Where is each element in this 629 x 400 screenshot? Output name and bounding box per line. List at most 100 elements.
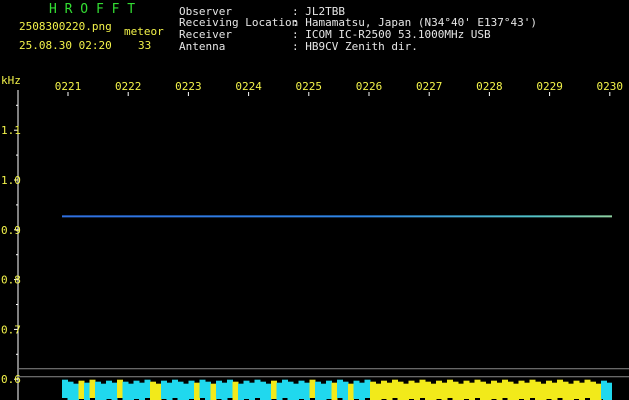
- noise-segment: [562, 381, 569, 400]
- noise-segment: [370, 381, 376, 400]
- noise-segment: [353, 380, 360, 399]
- noise-segment: [221, 382, 228, 400]
- x-tick-label: 0228: [476, 80, 503, 93]
- noise-segment: [408, 380, 415, 399]
- noise-segment: [331, 382, 338, 400]
- noise-segment: [183, 383, 189, 400]
- noise-segment: [430, 383, 437, 400]
- noise-segment: [485, 383, 492, 400]
- noise-segment: [397, 381, 404, 400]
- noise-segment: [106, 380, 112, 399]
- x-tick-label: 0229: [536, 80, 563, 93]
- noise-segment: [474, 379, 481, 398]
- noise-segment: [584, 379, 591, 398]
- noise-segment: [67, 381, 74, 400]
- noise-segment: [309, 379, 316, 398]
- noise-segment: [458, 383, 464, 400]
- noise-segment: [194, 382, 200, 400]
- noise-segment: [469, 382, 475, 400]
- noise-segment: [249, 382, 255, 400]
- noise-segment: [315, 381, 321, 400]
- noise-segment: [282, 379, 288, 398]
- y-tick-label: 0.7: [1, 323, 21, 336]
- noise-segment: [595, 383, 602, 400]
- noise-band-gap: [612, 381, 629, 400]
- x-tick-label: 0221: [55, 80, 82, 93]
- noise-segment: [326, 380, 332, 399]
- noise-segment: [238, 383, 244, 400]
- noise-segment: [287, 381, 294, 400]
- carrier-trace: [62, 215, 612, 218]
- noise-segment: [441, 382, 448, 400]
- noise-segment: [166, 382, 173, 400]
- noise-segment: [364, 379, 371, 398]
- noise-segment: [128, 383, 134, 400]
- noise-segment: [150, 381, 156, 400]
- noise-segment: [62, 379, 68, 398]
- noise-segment: [337, 379, 343, 398]
- noise-segment: [254, 379, 261, 398]
- noise-segment: [502, 379, 508, 398]
- noise-segment: [348, 383, 354, 400]
- noise-segment: [139, 382, 145, 400]
- noise-segment: [304, 382, 310, 400]
- noise-segment: [529, 379, 536, 398]
- noise-segment: [172, 379, 178, 398]
- noise-segment: [177, 381, 184, 400]
- noise-segment: [518, 380, 525, 399]
- noise-segment: [133, 380, 140, 399]
- noise-segment: [386, 382, 393, 400]
- noise-segment: [293, 383, 299, 400]
- noise-segment: [452, 381, 459, 400]
- noise-segment: [463, 380, 470, 399]
- noise-segment: [436, 380, 442, 399]
- x-tick-label: 0222: [115, 80, 142, 93]
- noise-segment: [557, 379, 563, 398]
- x-tick-label: 0225: [296, 80, 323, 93]
- noise-segment: [276, 382, 283, 400]
- noise-segment: [480, 381, 486, 400]
- noise-segment: [568, 383, 574, 400]
- noise-segment: [73, 383, 79, 400]
- noise-segment: [144, 379, 151, 398]
- noise-segment: [298, 380, 305, 399]
- noise-segment: [188, 380, 195, 399]
- spectrogram-chart: kHz 1.1 1.0 0.9 0.8 0.7 0.6 0221 0222 0223 0224 022…: [1, 74, 629, 400]
- noise-segment: [84, 382, 90, 400]
- noise-segment: [535, 381, 541, 400]
- noise-segment: [210, 383, 217, 400]
- noise-segment: [414, 382, 420, 400]
- x-tick-label: 0227: [416, 80, 443, 93]
- noise-segment: [425, 381, 431, 400]
- noise-segment: [265, 383, 272, 400]
- noise-segment: [155, 383, 162, 400]
- y-tick-label: 1.1: [1, 124, 21, 137]
- noise-segment: [342, 381, 349, 400]
- noise-segment: [243, 380, 250, 399]
- noise-segment: [375, 383, 382, 400]
- noise-segment: [89, 379, 96, 398]
- x-tick-label: 0226: [356, 80, 383, 93]
- noise-segment: [524, 382, 530, 400]
- noise-segment: [546, 380, 552, 399]
- noise-segment: [232, 381, 239, 400]
- noise-segment: [122, 381, 129, 400]
- noise-segment: [111, 382, 118, 400]
- noise-segment: [216, 380, 222, 399]
- noise-segment: [117, 379, 123, 398]
- noise-segment: [573, 380, 580, 399]
- noise-segment: [199, 379, 206, 398]
- noise-segment: [359, 382, 365, 400]
- y-tick-label: 0.6: [1, 373, 21, 386]
- x-tick-label: 0224: [235, 80, 262, 93]
- noise-segment: [260, 381, 266, 400]
- noise-segment: [540, 383, 547, 400]
- noise-segment: [95, 381, 101, 400]
- y-tick-label: 1.0: [1, 174, 21, 187]
- noise-segment: [271, 380, 277, 399]
- noise-segment: [551, 382, 558, 400]
- noise-segment: [381, 380, 387, 399]
- noise-segment: [579, 382, 585, 400]
- y-axis-label: kHz: [1, 74, 21, 87]
- x-tick-label: 0230: [597, 80, 624, 93]
